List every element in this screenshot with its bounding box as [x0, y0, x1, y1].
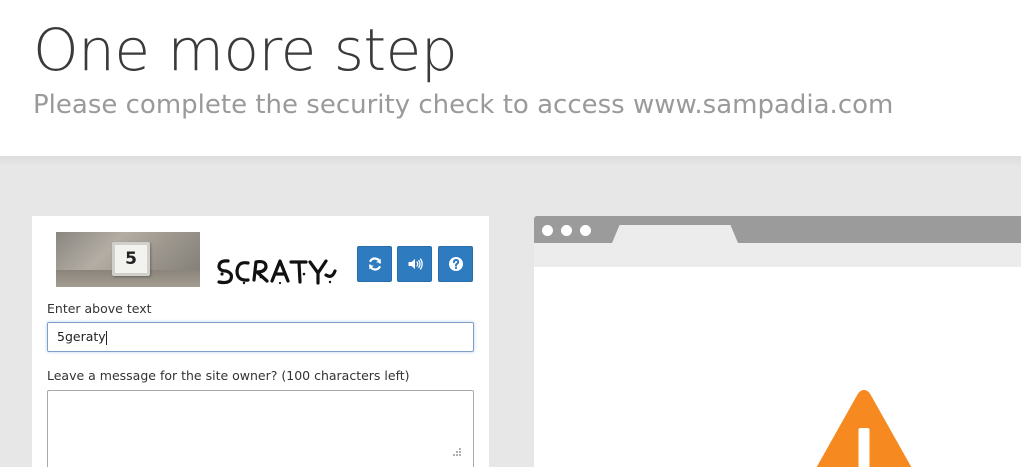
window-dot-icon	[561, 225, 572, 236]
audio-captcha-button[interactable]	[397, 246, 432, 282]
browser-viewport	[534, 267, 1021, 467]
captcha-text-value: 5geraty	[57, 329, 106, 344]
question-icon	[449, 257, 463, 271]
help-captcha-button[interactable]	[438, 246, 473, 282]
browser-address-strip	[534, 243, 1021, 267]
captcha-word-image	[217, 259, 337, 285]
window-dot-icon	[580, 225, 591, 236]
captcha-form-card: 5 Enter above text 5geraty Leave a messa…	[32, 216, 489, 467]
window-dot-icon	[542, 225, 553, 236]
house-number-plate: 5	[112, 242, 150, 276]
message-label: Leave a message for the site owner? (100…	[47, 368, 410, 383]
message-textarea[interactable]	[47, 390, 474, 467]
speaker-icon	[408, 258, 423, 270]
page-title: One more step	[33, 16, 458, 84]
page-header: One more step Please complete the securi…	[0, 0, 1021, 156]
resize-grip-icon[interactable]	[450, 447, 462, 459]
house-number: 5	[125, 249, 137, 269]
browser-illustration	[534, 216, 1021, 467]
captcha-photo-image: 5	[56, 232, 200, 287]
refresh-captcha-button[interactable]	[357, 246, 392, 282]
header-shadow	[0, 156, 1021, 166]
browser-tab	[612, 225, 738, 243]
refresh-icon	[368, 257, 382, 271]
warning-icon	[816, 390, 912, 467]
captcha-text-label: Enter above text	[47, 301, 152, 316]
browser-titlebar	[534, 216, 1021, 243]
page-subtitle: Please complete the security check to ac…	[33, 90, 894, 120]
captcha-text-input[interactable]: 5geraty	[47, 322, 474, 352]
text-caret	[105, 330, 107, 345]
